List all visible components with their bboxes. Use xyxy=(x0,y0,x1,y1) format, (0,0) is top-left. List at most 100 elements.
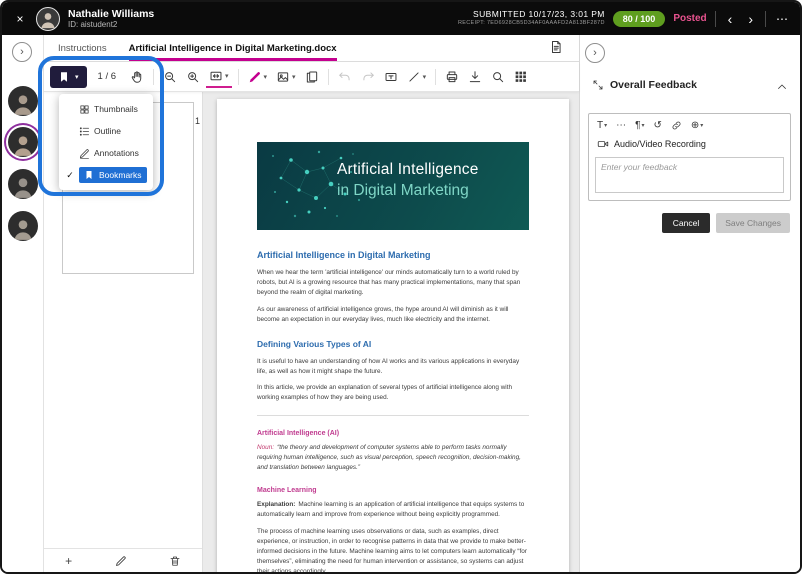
plus-circle-icon: ⊕ xyxy=(691,120,699,131)
zoom-out-button[interactable] xyxy=(160,67,180,87)
grade-pill[interactable]: 80 / 100 xyxy=(613,11,666,27)
chevron-down-icon: ▾ xyxy=(292,73,296,81)
save-changes-button[interactable]: Save Changes xyxy=(716,213,790,233)
next-student-button[interactable]: › xyxy=(744,12,757,26)
editor-more-button[interactable]: ⋯ xyxy=(616,120,626,131)
submission-report-button[interactable] xyxy=(549,40,563,57)
document-heading: Artificial Intelligence in Digital Marke… xyxy=(257,250,529,260)
outline-icon xyxy=(79,126,90,137)
feedback-input[interactable] xyxy=(595,157,784,193)
explanation-text: Machine learning is an application of ar… xyxy=(257,501,524,518)
copy-pages-button[interactable] xyxy=(302,67,322,87)
zoom-in-icon xyxy=(186,70,200,84)
divider xyxy=(238,69,239,85)
fit-view-button[interactable]: ▾ xyxy=(206,66,232,88)
document-paragraph: When we hear the term 'artificial intell… xyxy=(257,268,529,298)
more-tools-button[interactable] xyxy=(511,67,530,86)
undo-icon: ↺ xyxy=(654,120,662,131)
insert-link-button[interactable] xyxy=(671,120,682,131)
undo-button[interactable] xyxy=(335,67,355,87)
editor-undo-button[interactable]: ↺ xyxy=(654,120,662,131)
pan-tool-button[interactable] xyxy=(127,67,147,87)
person-icon xyxy=(38,9,58,29)
person-icon xyxy=(10,90,36,116)
selected-menu-highlight: Bookmarks xyxy=(79,167,147,183)
text-style-icon: T xyxy=(597,120,603,131)
chevron-down-icon: ▾ xyxy=(604,122,607,129)
feedback-panel: › Overall Feedback T▾ ⋯ ¶▾ ↺ ⊕▾ Audio/Vi… xyxy=(579,35,800,572)
image-stamp-button[interactable]: ▾ xyxy=(273,67,299,87)
student-avatar-selected[interactable] xyxy=(8,127,38,157)
page-indicator: 1 / 6 xyxy=(98,71,117,82)
text-style-button[interactable]: T▾ xyxy=(597,120,607,131)
divider xyxy=(765,11,766,27)
submitted-timestamp: SUBMITTED 10/17/23, 3:01 PM xyxy=(458,9,605,20)
submission-tabbar: Instructions Artificial Intelligence in … xyxy=(44,35,579,62)
bookmark-icon xyxy=(58,71,70,83)
paragraph-style-button[interactable]: ¶▾ xyxy=(635,120,644,131)
student-identity: Nathalie Williams ID: aistudent2 xyxy=(68,8,154,29)
submission-meta: SUBMITTED 10/17/23, 3:01 PM RECEIPT: 7ED… xyxy=(458,9,605,27)
document-definition: Noun:“the theory and development of comp… xyxy=(257,443,529,473)
add-page-button[interactable]: + xyxy=(65,554,72,568)
ellipsis-icon: ⋯ xyxy=(616,120,626,131)
search-button[interactable] xyxy=(488,67,508,87)
document-canvas[interactable]: Artificial Intelligence in Digital Marke… xyxy=(203,92,579,572)
menu-item-bookmarks[interactable]: ✓ Bookmarks xyxy=(62,164,150,186)
divider xyxy=(328,69,329,85)
document-subheading: Artificial Intelligence (AI) xyxy=(257,430,529,437)
pilcrow-icon: ¶ xyxy=(635,120,640,131)
menu-item-annotations[interactable]: Annotations xyxy=(62,142,150,164)
student-avatar-header xyxy=(36,7,60,31)
chevron-down-icon: ▾ xyxy=(264,73,268,81)
menu-item-outline[interactable]: Outline xyxy=(62,120,150,142)
redo-button[interactable] xyxy=(358,67,378,87)
link-icon xyxy=(671,120,682,131)
audio-video-recording-button[interactable]: Audio/Video Recording xyxy=(589,136,790,154)
zoom-in-button[interactable] xyxy=(183,67,203,87)
bookmarks-button[interactable]: ▾ xyxy=(50,66,87,88)
feedback-expand-icon xyxy=(592,79,604,91)
student-id: ID: aistudent2 xyxy=(68,20,154,29)
menu-item-thumbnails[interactable]: Thumbnails xyxy=(62,98,150,120)
collapse-feedback-button[interactable]: › xyxy=(585,43,605,63)
divider xyxy=(153,69,154,85)
delete-page-button[interactable] xyxy=(169,555,181,567)
document-paragraph: As our awareness of artificial intellige… xyxy=(257,305,529,325)
more-options-button[interactable]: ⋯ xyxy=(774,12,790,26)
student-avatar[interactable] xyxy=(8,169,38,199)
student-avatar[interactable] xyxy=(8,211,38,241)
chevron-up-icon xyxy=(776,81,788,93)
drawing-tool-button[interactable]: ▾ xyxy=(245,67,271,87)
student-avatar[interactable] xyxy=(8,86,38,116)
print-button[interactable] xyxy=(442,67,462,87)
divider xyxy=(715,11,716,27)
print-icon xyxy=(445,70,459,84)
noun-label: Noun: xyxy=(257,444,274,451)
banner-title: Artificial Intelligence in Digital Marke… xyxy=(337,160,479,202)
noun-text: “the theory and development of computer … xyxy=(257,444,521,471)
bookmark-icon xyxy=(84,170,94,180)
grid-icon xyxy=(514,70,527,83)
collapse-section-button[interactable] xyxy=(776,81,788,96)
close-button[interactable]: × xyxy=(12,12,28,26)
shape-tool-button[interactable]: ▾ xyxy=(404,67,430,87)
edit-page-button[interactable] xyxy=(115,555,127,567)
feedback-title: Overall Feedback xyxy=(610,79,697,91)
plus-icon: + xyxy=(65,554,72,568)
pages-icon xyxy=(305,70,319,84)
previous-student-button[interactable]: ‹ xyxy=(724,12,737,26)
hand-icon xyxy=(130,70,144,84)
expand-student-list-button[interactable]: › xyxy=(12,42,32,62)
download-button[interactable] xyxy=(465,67,485,87)
chevron-down-icon: ▾ xyxy=(700,122,703,129)
student-name: Nathalie Williams xyxy=(68,8,154,20)
receipt-id: RECEIPT: 7ED6928CB5D34AF0AAAFD2A813BF287… xyxy=(458,20,605,27)
insert-content-button[interactable]: ⊕▾ xyxy=(691,120,703,131)
tab-document[interactable]: Artificial Intelligence in Digital Marke… xyxy=(129,35,337,61)
feedback-editor: T▾ ⋯ ¶▾ ↺ ⊕▾ Audio/Video Recording xyxy=(588,113,791,201)
textbox-tool-button[interactable] xyxy=(381,67,401,87)
cancel-button[interactable]: Cancel xyxy=(662,213,710,233)
tab-instructions[interactable]: Instructions xyxy=(58,35,107,61)
chevron-left-icon: ‹ xyxy=(728,11,733,27)
